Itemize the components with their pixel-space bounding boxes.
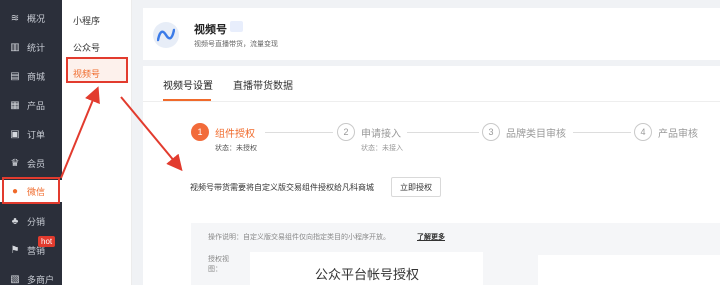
sidebar-item-label: 产品 [27, 100, 46, 111]
authorize-now-button[interactable]: 立即授权 [391, 177, 441, 197]
sidebar-item-wechat[interactable]: ● 微信 [0, 180, 62, 202]
learn-more-link[interactable]: 了解更多 [417, 232, 445, 242]
product-icon: ▦ [10, 99, 20, 111]
page-title: 视频号 [194, 24, 227, 36]
sidebar-item-distribution[interactable]: ♣ 分销 [0, 210, 62, 232]
authorization-notice: 视频号带货需要将自定义版交易组件授权给凡科商城 [190, 183, 374, 192]
header-card: 视频号 视频号直播带货，流量变现 [143, 8, 720, 60]
step-connector [265, 132, 333, 133]
flow-preview-card: 公众平台帐号授权 [250, 252, 483, 285]
tabs-divider [143, 101, 720, 102]
multi-merchant-icon: ▧ [10, 273, 20, 285]
step-2-circle: 2 [337, 123, 355, 141]
subnav-item-video-account[interactable]: 视频号 [73, 67, 100, 80]
page-subtitle: 视频号直播带货，流量变现 [194, 41, 278, 48]
step-connector [407, 132, 479, 133]
sidebar-item-label: 分销 [27, 216, 46, 227]
tab-video-settings[interactable]: 视频号设置 [163, 77, 213, 92]
step-1-title: 组件授权 [215, 129, 255, 140]
distribution-icon: ♣ [11, 215, 19, 227]
sidebar-item-mall[interactable]: ▤ 商城 [0, 65, 62, 87]
sidebar-item-stats[interactable]: ▥ 统计 [0, 36, 62, 58]
sidebar-item-label: 概况 [27, 13, 46, 24]
step-4-circle: 4 [634, 123, 652, 141]
step-4-title: 产品审核 [658, 129, 698, 140]
sidebar-item-label: 多商户 [27, 274, 55, 285]
flow-label: 授权视图： [208, 256, 229, 273]
title-badge [230, 21, 243, 32]
step-1-status: 状态：未授权 [215, 145, 257, 152]
instruction-panel: 操作说明：自定义版交易组件仅向指定类目的小程序开放。 了解更多 授权视图： 公众… [191, 223, 720, 285]
sidebar-item-product[interactable]: ▦ 产品 [0, 94, 62, 116]
flow-preview-title: 公众平台帐号授权 [315, 267, 420, 282]
tab-live-sales-data[interactable]: 直播带货数据 [233, 77, 293, 92]
sidebar-item-label: 会员 [27, 158, 46, 169]
subnav-item-official-account[interactable]: 公众号 [73, 41, 100, 54]
mall-icon: ▤ [10, 70, 20, 82]
sidebar-item-label: 统计 [27, 42, 46, 53]
main-card: 视频号设置 直播带货数据 1 组件授权 状态：未授权 2 申请接入 状态：未接入… [143, 66, 720, 285]
hot-badge: hot [38, 236, 56, 247]
sidebar-item-label: 商城 [27, 71, 46, 82]
member-icon: ♛ [10, 157, 20, 169]
step-connector [573, 132, 631, 133]
stats-icon: ▥ [10, 41, 20, 53]
wechat-icon: ● [11, 185, 19, 197]
sidebar-item-overview[interactable]: ≋ 概况 [0, 7, 62, 29]
sidebar-item-multi-merchant[interactable]: ▧ 多商户 [0, 268, 62, 285]
instruction-text: 操作说明：自定义版交易组件仅向指定类目的小程序开放。 [208, 234, 390, 241]
video-account-logo-icon [153, 22, 179, 48]
step-1-circle: 1 [191, 123, 209, 141]
step-2-title: 申请接入 [361, 129, 401, 140]
main-sidebar: ≋ 概况 ▥ 统计 ▤ 商城 ▦ 产品 ▣ 订单 ♛ 会员 ● 微信 ♣ 分销 … [0, 0, 62, 285]
sidebar-item-member[interactable]: ♛ 会员 [0, 152, 62, 174]
marketing-icon: ⚑ [10, 244, 20, 256]
order-icon: ▣ [10, 128, 20, 140]
step-3-circle: 3 [482, 123, 500, 141]
sidebar-item-order[interactable]: ▣ 订单 [0, 123, 62, 145]
step-2-status: 状态：未接入 [361, 145, 403, 152]
preview-card-right [538, 255, 720, 285]
sidebar-item-label: 订单 [27, 129, 46, 140]
subnav-item-miniprogram[interactable]: 小程序 [73, 14, 100, 27]
step-3-title: 品牌类目审核 [506, 129, 566, 140]
overview-icon: ≋ [10, 12, 20, 24]
sidebar-item-label: 微信 [27, 186, 46, 197]
